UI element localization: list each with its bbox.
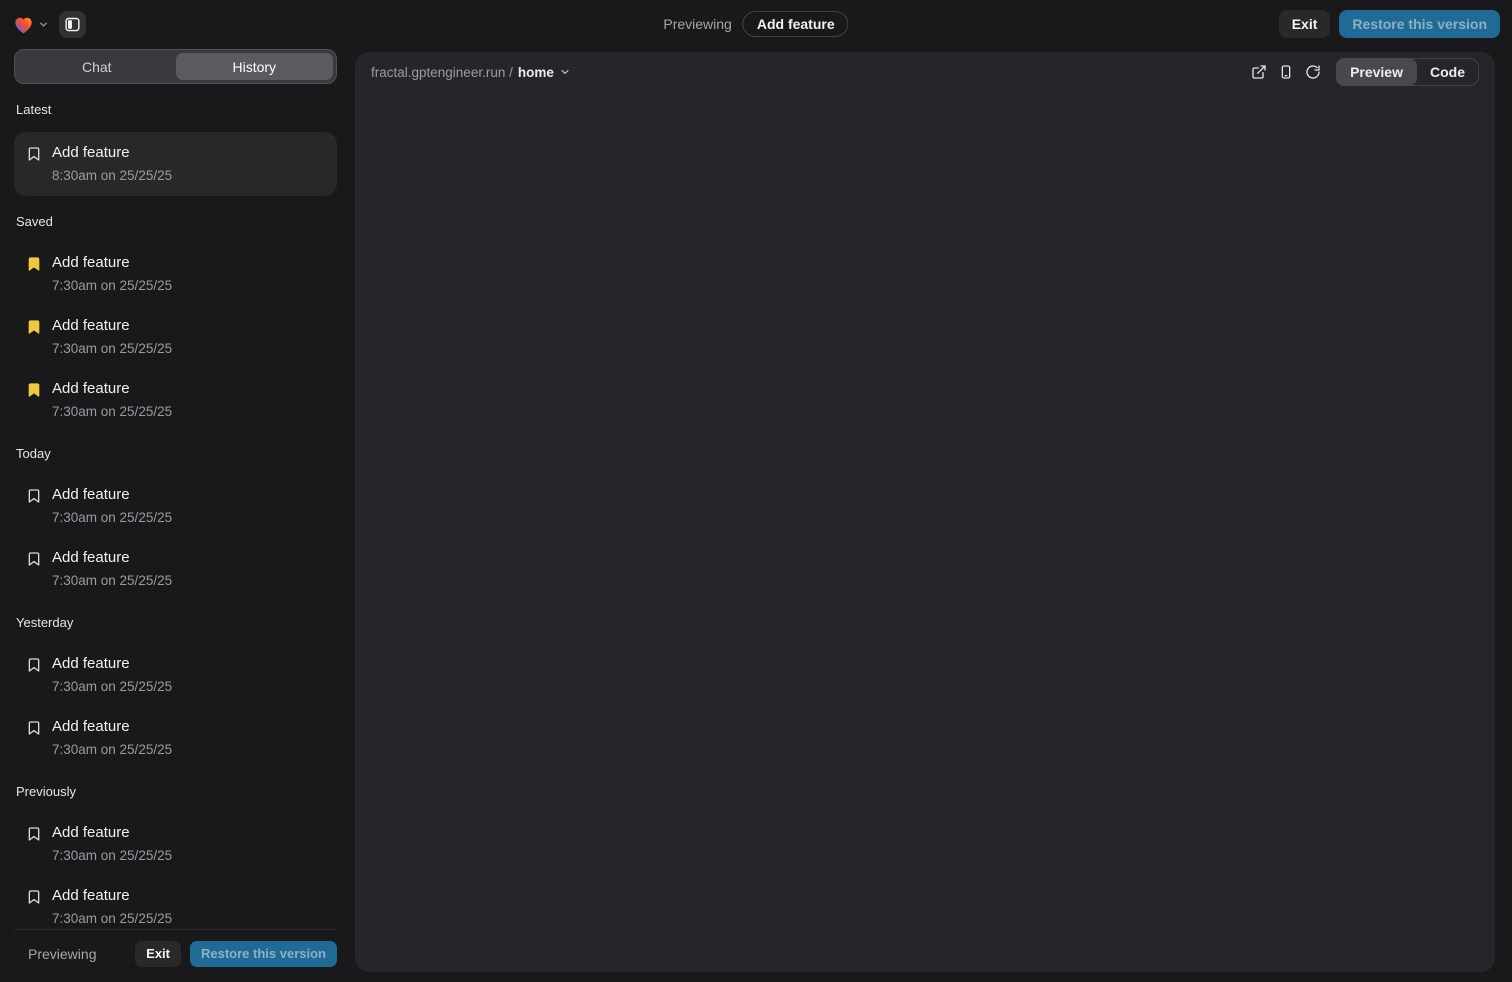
bookmark-filled-icon [26, 382, 42, 398]
history-item-timestamp: 8:30am on 25/25/25 [52, 166, 172, 186]
preview-url-page: home [518, 65, 554, 80]
history-item-text: Add feature 7:30am on 25/25/25 [52, 653, 172, 697]
topbar-actions: Exit Restore this version [1279, 10, 1500, 38]
toggle-preview-button[interactable]: Preview [1336, 58, 1417, 86]
chevron-down-icon [559, 66, 571, 78]
preview-url-selector[interactable]: fractal.gptengineer.run / home [371, 65, 571, 80]
refresh-icon [1305, 64, 1321, 80]
restore-version-button[interactable]: Restore this version [1339, 10, 1500, 38]
history-item[interactable]: Add feature 7:30am on 25/25/25 [14, 309, 337, 365]
previewing-label: Previewing [663, 16, 731, 32]
refresh-button[interactable] [1299, 59, 1326, 86]
bookmark-outline-icon [26, 826, 42, 842]
preview-panel-header: fractal.gptengineer.run / home [355, 52, 1495, 92]
sidebar-tabs: Chat History [14, 49, 337, 84]
exit-button[interactable]: Exit [1279, 10, 1331, 38]
topbar: Previewing Add feature Exit Restore this… [0, 0, 1512, 48]
history-item-timestamp: 7:30am on 25/25/25 [52, 339, 172, 359]
history-item-timestamp: 7:30am on 25/25/25 [52, 677, 172, 697]
history-section-title: Today [14, 446, 337, 462]
bookmark-outline-icon [26, 551, 42, 567]
bookmark-filled-icon [26, 256, 42, 272]
chevron-down-icon [38, 19, 49, 30]
history-item-title: Add feature [52, 547, 172, 569]
preview-url-prefix: fractal.gptengineer.run / [371, 65, 513, 80]
bookmark-outline-icon [26, 657, 42, 673]
preview-viewport[interactable] [355, 92, 1495, 972]
history-item-text: Add feature 8:30am on 25/25/25 [52, 142, 172, 186]
history-item-text: Add feature 7:30am on 25/25/25 [52, 315, 172, 359]
preview-code-toggle: Preview Code [1336, 58, 1479, 86]
topbar-status: Previewing Add feature [663, 0, 848, 48]
app-logo-menu[interactable] [12, 13, 49, 36]
history-item[interactable]: Add feature 7:30am on 25/25/25 [14, 710, 337, 766]
bookmark-outline-icon [26, 720, 42, 736]
sidebar-toggle-button[interactable] [59, 11, 86, 38]
history-list[interactable]: Latest Add feature 8:30am on 25/25/25 Sa… [14, 84, 337, 923]
preview-header-actions: Preview Code [1245, 58, 1479, 86]
history-item[interactable]: Add feature 7:30am on 25/25/25 [14, 816, 337, 872]
history-item-timestamp: 7:30am on 25/25/25 [52, 402, 172, 422]
history-section-title: Latest [14, 102, 337, 118]
history-item-timestamp: 7:30am on 25/25/25 [52, 276, 172, 296]
main-layout: Chat History Latest Add feature 8:30am o… [0, 48, 1512, 982]
version-badge[interactable]: Add feature [743, 11, 849, 37]
history-item-title: Add feature [52, 822, 172, 844]
history-item-text: Add feature 7:30am on 25/25/25 [52, 484, 172, 528]
history-item-title: Add feature [52, 885, 172, 907]
mobile-view-button[interactable] [1272, 59, 1299, 86]
bookmark-outline-icon [26, 146, 42, 162]
toggle-code-button[interactable]: Code [1416, 58, 1479, 86]
history-item-timestamp: 7:30am on 25/25/25 [52, 846, 172, 866]
history-item[interactable]: Add feature 7:30am on 25/25/25 [14, 478, 337, 534]
history-item-text: Add feature 7:30am on 25/25/25 [52, 252, 172, 296]
history-sidebar: Chat History Latest Add feature 8:30am o… [14, 48, 337, 982]
smartphone-icon [1278, 64, 1294, 80]
history-item[interactable]: Add feature 7:30am on 25/25/25 [14, 541, 337, 597]
panel-left-icon [64, 16, 81, 33]
history-section-title: Saved [14, 214, 337, 230]
lovable-heart-icon [12, 13, 35, 36]
history-item-timestamp: 7:30am on 25/25/25 [52, 571, 172, 591]
history-item-timestamp: 7:30am on 25/25/25 [52, 740, 172, 760]
bookmark-filled-icon [26, 319, 42, 335]
history-item[interactable]: Add feature 7:30am on 25/25/25 [14, 372, 337, 428]
history-item-text: Add feature 7:30am on 25/25/25 [52, 822, 172, 866]
open-in-new-tab-button[interactable] [1245, 59, 1272, 86]
footer-restore-version-button[interactable]: Restore this version [190, 941, 337, 967]
history-item[interactable]: Add feature 7:30am on 25/25/25 [14, 246, 337, 302]
history-item-title: Add feature [52, 252, 172, 274]
topbar-left [12, 11, 86, 38]
history-item-text: Add feature 7:30am on 25/25/25 [52, 547, 172, 591]
history-item[interactable]: Add feature 7:30am on 25/25/25 [14, 647, 337, 703]
tab-chat[interactable]: Chat [18, 53, 176, 80]
history-item-timestamp: 7:30am on 25/25/25 [52, 508, 172, 528]
sidebar-footer: Previewing Exit Restore this version [14, 929, 337, 982]
history-section-title: Previously [14, 784, 337, 800]
history-item-title: Add feature [52, 484, 172, 506]
history-item-text: Add feature 7:30am on 25/25/25 [52, 716, 172, 760]
history-item-title: Add feature [52, 378, 172, 400]
bookmark-outline-icon [26, 889, 42, 905]
bookmark-outline-icon [26, 488, 42, 504]
external-link-icon [1251, 64, 1267, 80]
history-item-title: Add feature [52, 315, 172, 337]
history-item-title: Add feature [52, 653, 172, 675]
history-item-title: Add feature [52, 716, 172, 738]
footer-exit-button[interactable]: Exit [135, 941, 181, 967]
tab-history[interactable]: History [176, 53, 334, 80]
history-item-text: Add feature 7:30am on 25/25/25 [52, 378, 172, 422]
footer-previewing-label: Previewing [28, 946, 96, 962]
history-item-title: Add feature [52, 142, 172, 164]
history-item-text: Add feature 7:30am on 25/25/25 [52, 885, 172, 923]
history-item[interactable]: Add feature 8:30am on 25/25/25 [14, 132, 337, 196]
preview-panel: fractal.gptengineer.run / home [355, 52, 1495, 972]
history-item[interactable]: Add feature 7:30am on 25/25/25 [14, 879, 337, 923]
history-section-title: Yesterday [14, 615, 337, 631]
history-item-timestamp: 7:30am on 25/25/25 [52, 909, 172, 923]
